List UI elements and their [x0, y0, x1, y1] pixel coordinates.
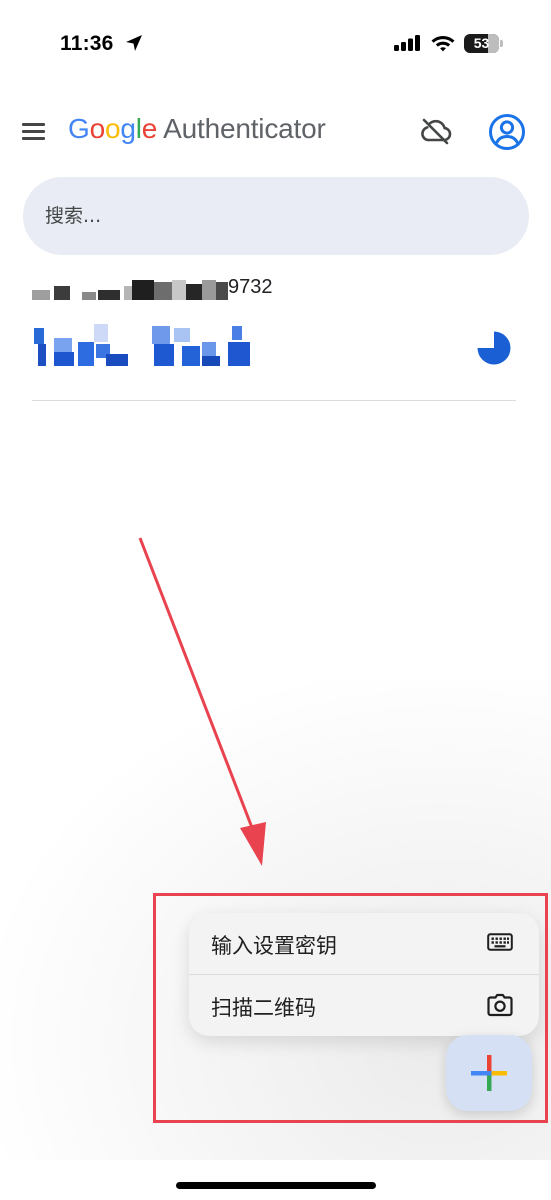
home-indicator [176, 1182, 376, 1189]
countdown-timer-icon [477, 331, 511, 365]
search-input[interactable] [45, 177, 505, 255]
wifi-icon [431, 36, 455, 52]
location-arrow-icon [126, 35, 142, 51]
status-time: 11:36 [60, 32, 114, 55]
battery-indicator: 53 [464, 34, 503, 53]
entry-divider [32, 400, 516, 401]
cloud-off-icon[interactable] [420, 116, 452, 146]
app-title-product: Authenticator [163, 113, 326, 144]
app-title: Google Authenticator [68, 113, 326, 144]
cellular-signal-icon [394, 35, 420, 51]
status-bar: 11:36 53 [0, 0, 551, 90]
redacted-account-label [32, 280, 232, 302]
account-circle-icon[interactable] [488, 113, 526, 151]
battery-level: 53 [473, 35, 490, 51]
redacted-otp-code [32, 322, 262, 372]
annotation-highlight-box [153, 893, 548, 1123]
account-label-suffix: 9732 [228, 276, 273, 298]
menu-icon[interactable] [22, 121, 46, 141]
account-entry[interactable]: 9732 [32, 272, 516, 402]
search-bar[interactable] [23, 177, 529, 255]
